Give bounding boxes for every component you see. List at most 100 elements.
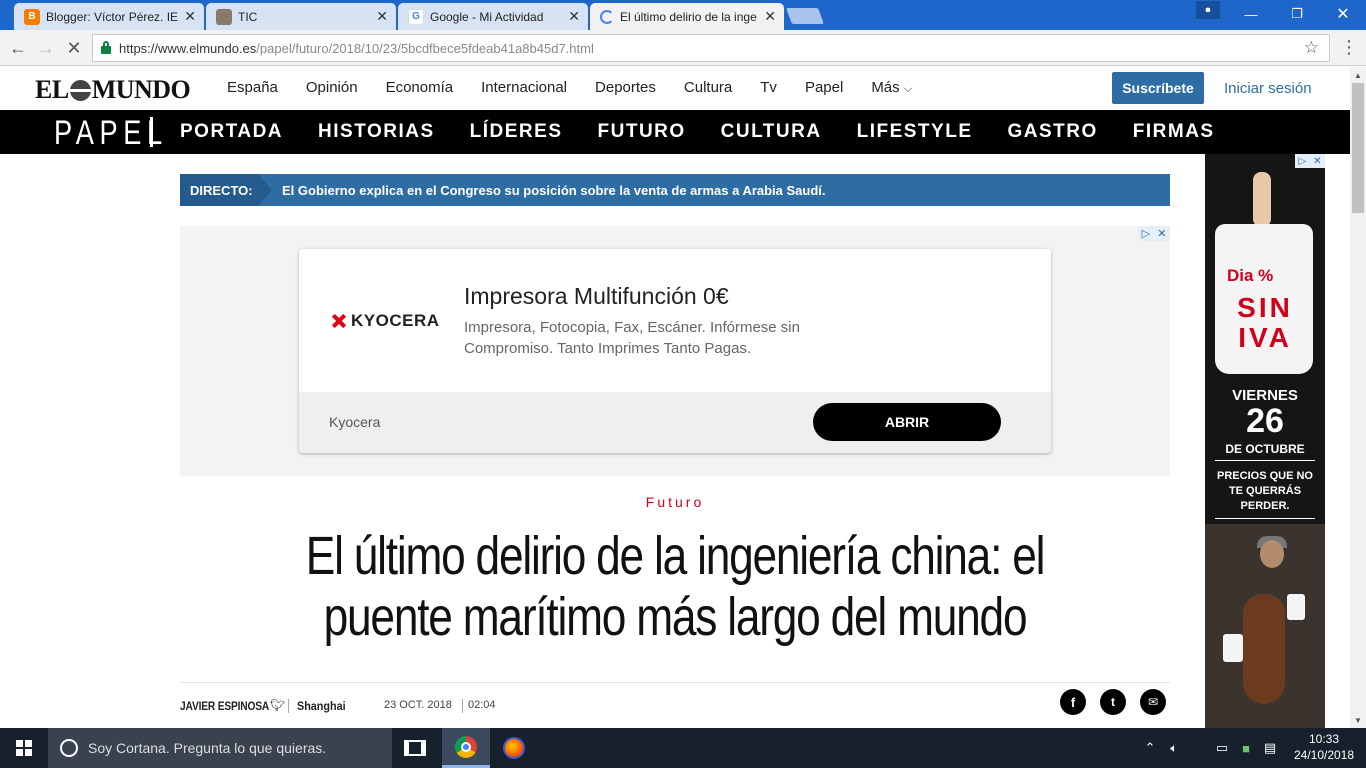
scroll-down-icon[interactable]: ▼: [1350, 712, 1366, 728]
article-section-kicker[interactable]: Futuro: [180, 494, 1170, 510]
divider: [1215, 518, 1315, 519]
tab-google-activity[interactable]: G Google - Mi Actividad ✕: [398, 3, 588, 30]
tab-title: Blogger: Víctor Pérez. IES: [46, 9, 179, 24]
close-icon[interactable]: ✕: [184, 8, 196, 25]
promo-month: DE OCTUBRE: [1225, 442, 1305, 456]
restore-icon[interactable]: ❐: [1274, 0, 1320, 28]
google-icon: G: [408, 8, 424, 25]
minimize-icon[interactable]: —: [1228, 0, 1274, 28]
system-clock[interactable]: 10:33 24/10/2018: [1288, 731, 1360, 763]
browser-tab-strip: B Blogger: Víctor Pérez. IES ✕ TIC ✕ G G…: [0, 0, 1366, 30]
divider: [462, 699, 463, 713]
start-button[interactable]: [0, 728, 48, 768]
close-icon[interactable]: ✕: [764, 8, 776, 25]
musician-photo: [1205, 524, 1325, 728]
section-gastro[interactable]: GASTRO: [1008, 121, 1098, 143]
ad-brand: Kyocera: [329, 414, 381, 430]
hand-illustration: [1253, 172, 1271, 227]
close-window-icon[interactable]: ✕: [1320, 0, 1366, 28]
taskbar-firefox[interactable]: [490, 728, 538, 768]
tab-title: Google - Mi Actividad: [430, 9, 544, 24]
shopping-bag-shape: [1287, 594, 1305, 620]
nav-deportes[interactable]: Deportes: [595, 79, 656, 96]
nav-internacional[interactable]: Internacional: [481, 79, 567, 96]
facebook-share-icon[interactable]: f: [1060, 689, 1086, 715]
chevron-up-icon[interactable]: ⌃: [1140, 728, 1160, 768]
nav-papel[interactable]: Papel: [805, 79, 843, 96]
section-firmas[interactable]: FIRMAS: [1133, 121, 1215, 143]
browser-menu-icon[interactable]: ⋮: [1340, 36, 1358, 60]
article-byline: JAVIER ESPINOSA 🐦︎ Shanghai 23 OCT. 2018…: [180, 689, 1170, 721]
logo-text-left: EL: [35, 75, 69, 104]
papel-section-bar: PAPEL PORTADA HISTORIAS LÍDERES FUTURO C…: [0, 110, 1350, 154]
tab-blogger[interactable]: B Blogger: Víctor Pérez. IES ✕: [14, 3, 204, 30]
double-bass-shape: [1243, 594, 1285, 704]
nav-economia[interactable]: Economía: [386, 79, 454, 96]
divider: [288, 699, 289, 713]
kyocera-logo-text: KYOCERA: [351, 311, 440, 330]
windows-logo-icon: [16, 740, 32, 756]
back-arrow-icon[interactable]: ←: [6, 36, 30, 60]
login-link[interactable]: Iniciar sesión: [1224, 80, 1312, 97]
cortana-search-box[interactable]: Soy Cortana. Pregunta lo que quieras.: [48, 728, 392, 768]
user-profile-icon[interactable]: ●: [1196, 1, 1220, 19]
elmundo-logo[interactable]: EL MUNDO: [35, 75, 191, 105]
ad-description: Impresora, Fotocopia, Fax, Escáner. Infó…: [464, 319, 800, 357]
ad-open-button[interactable]: ABRIR: [813, 403, 1001, 441]
article-headline: El último delirio de la ingeniería china…: [305, 526, 1046, 647]
action-center-icon[interactable]: ▤: [1260, 728, 1280, 768]
publish-date: 23 OCT. 2018: [384, 699, 452, 711]
bookmark-star-icon[interactable]: ☆: [1304, 38, 1319, 58]
skyscraper-ad[interactable]: ▷ ✕ Dia % SIN IVA VIERNES 26 DE OCTUBRE P…: [1205, 154, 1325, 728]
section-futuro[interactable]: FUTURO: [598, 121, 686, 143]
section-lideres[interactable]: LÍDERES: [470, 121, 563, 143]
live-headline[interactable]: El Gobierno explica en el Congreso su po…: [258, 183, 826, 198]
adchoices-icon[interactable]: ▷ ✕: [1295, 154, 1325, 168]
section-portada[interactable]: PORTADA: [180, 121, 283, 143]
speaker-muted-icon[interactable]: 🔈︎: [1164, 728, 1184, 768]
tab-elmundo-active[interactable]: El último delirio de la inge ✕: [590, 3, 784, 30]
adchoices-icon[interactable]: ▷ ✕: [1138, 226, 1170, 241]
subscribe-button[interactable]: Suscríbete: [1112, 72, 1204, 104]
section-lifestyle[interactable]: LIFESTYLE: [857, 121, 973, 143]
logo-text-right: MUNDO: [91, 75, 191, 104]
browser-toolbar: ← → ✕ https://www.elmundo.es/papel/futur…: [0, 30, 1366, 66]
head-shape: [1260, 540, 1284, 568]
network-icon[interactable]: ▭: [1212, 728, 1232, 768]
security-shield-icon[interactable]: ■: [1236, 728, 1256, 768]
author-name[interactable]: JAVIER ESPINOSA: [180, 699, 269, 713]
nav-mas-label: Más: [871, 79, 900, 96]
nav-mas[interactable]: Más ⌵: [871, 79, 912, 96]
section-cultura[interactable]: CULTURA: [721, 121, 822, 143]
twitter-share-icon[interactable]: t: [1100, 689, 1126, 715]
close-icon[interactable]: ✕: [376, 8, 388, 25]
url-host: https://www.elmundo.es: [119, 40, 257, 56]
task-view-icon[interactable]: [404, 740, 426, 756]
windows-taskbar: Soy Cortana. Pregunta lo que quieras. ⌃ …: [0, 728, 1366, 768]
forward-arrow-icon[interactable]: →: [34, 36, 58, 60]
scroll-thumb[interactable]: [1352, 83, 1364, 213]
promo-day-number: 26: [1246, 402, 1284, 440]
nav-opinion[interactable]: Opinión: [306, 79, 358, 96]
close-icon[interactable]: ✕: [568, 8, 580, 25]
address-bar[interactable]: https://www.elmundo.es/papel/futuro/2018…: [92, 34, 1330, 62]
section-historias[interactable]: HISTORIAS: [318, 121, 435, 143]
nav-cultura[interactable]: Cultura: [684, 79, 732, 96]
twitter-icon[interactable]: 🐦︎: [270, 698, 285, 712]
taskbar-chrome[interactable]: [442, 728, 490, 768]
stop-loading-icon[interactable]: ✕: [62, 36, 86, 60]
email-share-icon[interactable]: ✉: [1140, 689, 1166, 715]
scroll-up-icon[interactable]: ▲: [1350, 67, 1366, 83]
nav-tv[interactable]: Tv: [760, 79, 777, 96]
ad-title[interactable]: Impresora Multifunción 0€: [464, 283, 729, 310]
page-scrollbar[interactable]: ▲ ▼: [1350, 67, 1366, 728]
tab-tic[interactable]: TIC ✕: [206, 3, 396, 30]
bag-text-sin: SIN: [1237, 292, 1293, 323]
dia-logo: Dia %: [1227, 266, 1274, 285]
live-news-ticker[interactable]: DIRECTO: El Gobierno explica en el Congr…: [180, 174, 1170, 206]
papel-divider: [150, 117, 153, 147]
nav-espana[interactable]: España: [227, 79, 278, 96]
new-tab-button[interactable]: [786, 8, 824, 24]
firefox-icon: [503, 737, 525, 759]
ad-card[interactable]: KYOCERA Impresora Multifunción 0€ Impres…: [299, 249, 1051, 453]
